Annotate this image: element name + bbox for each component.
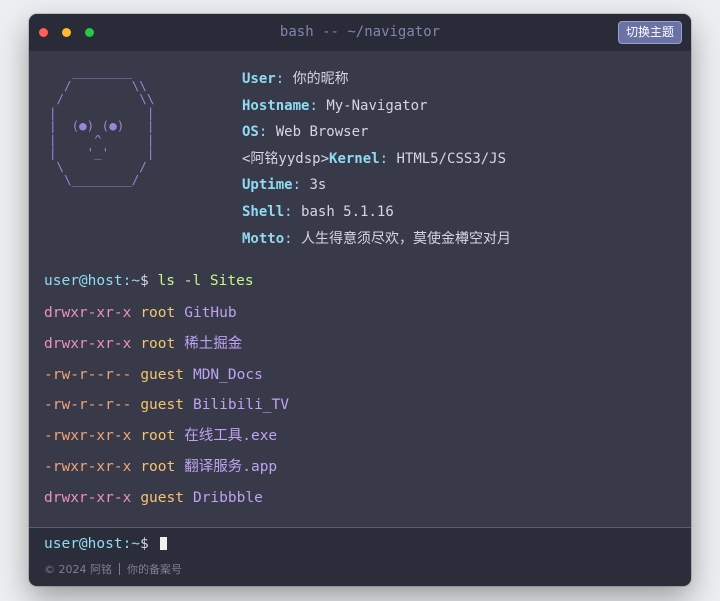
listing-row[interactable]: drwxr-xr-x root 稀土掘金 [44,329,289,360]
prompt-user: user@host [44,273,123,289]
title-bar: bash -- ~/navigator 切换主题 [29,14,691,51]
icp-link[interactable]: 你的备案号 [127,563,182,576]
input-line[interactable]: user@host:~$ [44,536,167,552]
site-link[interactable]: 稀土掘金 [184,336,242,352]
command-text: ls -l Sites [157,273,254,289]
info-value: HTML5/CSS3/JS [396,150,507,167]
info-key: Shell [242,203,285,220]
owner: root [140,335,176,352]
info-key: Kernel [329,150,380,167]
site-link[interactable]: 在线工具.exe [184,428,277,444]
info-row-shell: Shell: bash 5.1.16 [242,199,511,226]
info-row-user: User: 你的昵称 [242,66,511,93]
listing-row[interactable]: -rwxr-xr-x root 在线工具.exe [44,421,289,452]
prompt-path: :~ [122,273,141,289]
info-key: Uptime [242,177,293,194]
toggle-theme-button[interactable]: 切换主题 [617,21,682,44]
site-link[interactable]: 翻译服务.app [184,459,277,475]
permissions: -rwxr-xr-x [44,458,132,475]
listing-row[interactable]: drwxr-xr-x guest Dribbble [44,483,289,514]
owner: root [140,428,176,445]
prompt-dollar: $ [140,273,149,289]
info-value: 3s [309,177,327,194]
info-row-motto: Motto: 人生得意须尽欢，莫使金樽空对月 [242,226,511,253]
info-colon: : [379,150,389,167]
owner: guest [140,397,184,414]
info-prefix: <阿铭yydsp> [242,150,330,167]
command-line: user@host:~$ ls -l Sites [44,273,254,289]
permissions: drwxr-xr-x [44,335,132,352]
text-cursor [159,537,167,550]
site-link[interactable]: Dribbble [193,490,263,506]
site-link[interactable]: GitHub [184,305,236,321]
window-title: bash -- ~/navigator [279,24,441,40]
info-key: OS [242,124,259,141]
info-value: 人生得意须尽欢，莫使金樽空对月 [301,230,512,247]
info-colon: : [309,97,318,114]
owner: root [140,305,176,321]
info-value: 你的昵称 [292,71,349,87]
site-link[interactable]: MDN_Docs [193,367,263,383]
permissions: -rwxr-xr-x [44,428,132,445]
info-colon: : [284,230,293,247]
permissions: -rw-r--r-- [44,397,132,414]
permissions: -rw-r--r-- [44,366,132,383]
footer-divider [119,563,120,575]
info-key: User [242,71,276,87]
info-value: My-Navigator [326,97,428,114]
info-value: Web Browser [275,124,369,141]
listing-row[interactable]: -rw-r--r-- guest Bilibili_TV [44,390,289,421]
footer-prompt-user: user@host [44,536,123,552]
info-colon: : [258,124,268,141]
terminal-window: bash -- ~/navigator 切换主题 ________ / \\ /… [29,14,691,586]
info-value: bash 5.1.16 [301,203,394,220]
permissions: drwxr-xr-x [44,489,132,506]
owner: guest [140,489,184,506]
listing-row[interactable]: -rw-r--r-- guest MDN_Docs [44,360,289,391]
owner: guest [140,366,184,383]
footer-info: © 2024 阿铭 你的备案号 [44,561,182,577]
owner: root [140,458,176,475]
system-info: User: 你的昵称 Hostname: My-Navigator OS: Web … [242,66,511,252]
info-row-kernel: <阿铭yydsp>Kernel: HTML5/CSS3/JS [242,146,511,173]
info-row-hostname: Hostname: My-Navigator [242,93,511,120]
info-key: Motto [242,230,285,247]
terminal-content: ________ / \\ / \\ | | | (●) (●) | | ^ |… [29,51,691,528]
site-link[interactable]: Bilibili_TV [193,397,289,413]
info-colon: : [275,71,285,87]
permissions: drwxr-xr-x [44,305,132,321]
listing-row[interactable]: drwxr-xr-x root GitHub [44,298,289,329]
footer: user@host:~$ © 2024 阿铭 你的备案号 [29,527,691,586]
site-listing: drwxr-xr-x root GitHub drwxr-xr-x root 稀土掘金 -r… [44,298,289,514]
info-colon: : [292,177,302,194]
info-colon: : [284,203,293,220]
info-key: Hostname [242,97,310,114]
listing-row[interactable]: -rwxr-xr-x root 翻译服务.app [44,452,289,483]
info-row-uptime: Uptime: 3s [242,172,511,199]
info-row-os: OS: Web Browser [242,119,511,146]
footer-prompt-path: :~ [122,536,141,552]
copyright-text: © 2024 阿铭 [44,563,112,576]
footer-prompt-dollar: $ [140,536,149,552]
ascii-face-logo: ________ / \\ / \\ | | | (●) (●) | | ^ |… [49,64,155,187]
